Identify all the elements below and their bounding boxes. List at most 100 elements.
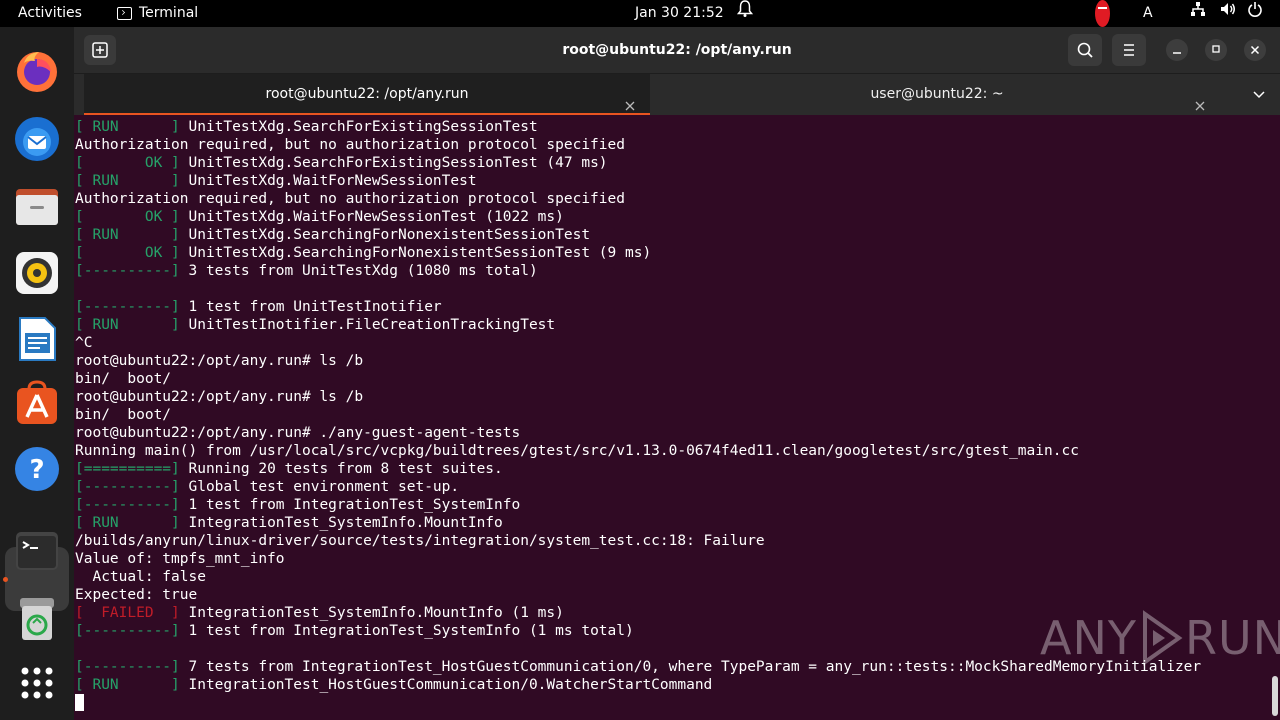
terminal-line: [ RUN ] IntegrationTest_SystemInfo.Mount…	[75, 514, 1201, 532]
test-status-prefix: [ OK ]	[75, 245, 180, 261]
line-text: Actual: false	[75, 569, 206, 585]
scrollbar[interactable]	[1272, 676, 1278, 716]
app-name: Terminal	[139, 5, 199, 21]
svg-text:?: ?	[29, 455, 44, 485]
tab-user[interactable]: user@ubuntu22: ~	[654, 74, 1220, 116]
app-menu[interactable]: Terminal	[117, 0, 198, 27]
terminal-line: Running main() from /usr/local/src/vcpkg…	[75, 442, 1201, 460]
play-logo-icon	[1142, 610, 1183, 666]
test-status-prefix: [ RUN ]	[75, 227, 180, 243]
test-status-prefix: [----------]	[75, 299, 180, 315]
stop-icon[interactable]	[1095, 0, 1110, 27]
line-text: 1 test from IntegrationTest_SystemInfo	[179, 497, 521, 513]
terminal-lines: [ RUN ] UnitTestXdg.SearchForExistingSes…	[75, 118, 1201, 712]
test-status-prefix: [ RUN ]	[75, 677, 180, 693]
line-text: UnitTestXdg.SearchingForNonexistentSessi…	[179, 227, 591, 243]
volume-icon[interactable]	[1220, 0, 1236, 27]
terminal-line: [----------] 1 test from UnitTestInotifi…	[75, 298, 1201, 316]
rhythmbox-icon[interactable]	[13, 249, 61, 297]
terminal-line: Authorization required, but no authoriza…	[75, 136, 1201, 154]
line-text: IntegrationTest_SystemInfo.MountInfo	[179, 515, 503, 531]
tab-label: user@ubuntu22: ~	[870, 86, 1004, 102]
line-text: Expected: true	[75, 587, 198, 603]
thunderbird-icon[interactable]	[13, 115, 61, 163]
terminal-line: [ RUN ] IntegrationTest_HostGuestCommuni…	[75, 676, 1201, 694]
line-text: UnitTestXdg.WaitForNewSessionTest	[179, 173, 477, 189]
terminal-line: bin/ boot/	[75, 370, 1201, 388]
line-text: 1 test from IntegrationTest_SystemInfo (…	[179, 623, 634, 639]
new-tab-button[interactable]	[84, 35, 116, 65]
watermark-left: ANY	[1040, 611, 1137, 665]
prompt-line[interactable]	[75, 694, 1201, 712]
anyrun-watermark: ANY RUN	[1040, 608, 1280, 668]
test-status-prefix: [ OK ]	[75, 209, 180, 225]
help-icon[interactable]: ?	[13, 445, 61, 493]
clock[interactable]: Jan 30 21:52	[635, 0, 724, 27]
show-apps-icon[interactable]	[13, 659, 61, 707]
search-button[interactable]	[1068, 34, 1102, 66]
tab-bar: root@ubuntu22: /opt/any.run user@ubuntu2…	[74, 73, 1280, 116]
app-center-icon[interactable]	[13, 379, 61, 427]
terminal-line: [ RUN ] UnitTestXdg.SearchingForNonexist…	[75, 226, 1201, 244]
line-text: ^C	[75, 335, 93, 351]
close-tab-icon[interactable]	[1194, 88, 1206, 111]
libreoffice-writer-icon[interactable]	[13, 315, 61, 363]
test-status-prefix: [ OK ]	[75, 155, 180, 171]
terminal-line: [ RUN ] UnitTestInotifier.FileCreationTr…	[75, 316, 1201, 334]
line-text: UnitTestXdg.SearchForExistingSessionTest	[179, 119, 538, 135]
terminal-line: root@ubuntu22:/opt/any.run# ls /b	[75, 352, 1201, 370]
line-text: IntegrationTest_HostGuestCommunication/0…	[179, 677, 713, 693]
terminal-line: [----------] Global test environment set…	[75, 478, 1201, 496]
tab-label: root@ubuntu22: /opt/any.run	[265, 86, 469, 102]
tab-root[interactable]: root@ubuntu22: /opt/any.run	[84, 74, 650, 116]
line-text: Authorization required, but no authoriza…	[75, 191, 625, 207]
terminal-line: Expected: true	[75, 586, 1201, 604]
test-status-prefix: [==========]	[75, 461, 180, 477]
line-text: bin/ boot/	[75, 371, 172, 387]
line-text: UnitTestXdg.SearchingForNonexistentSessi…	[179, 245, 652, 261]
line-text: Value of: tmpfs_mnt_info	[75, 551, 285, 567]
power-icon[interactable]	[1247, 0, 1263, 27]
dock: ?	[0, 27, 74, 720]
test-status-prefix: [ RUN ]	[75, 515, 180, 531]
line-text: Running main() from /usr/local/src/vcpkg…	[75, 443, 1079, 459]
test-status-prefix: [----------]	[75, 263, 180, 279]
terminal-line: [ OK ] UnitTestXdg.SearchForExistingSess…	[75, 154, 1201, 172]
terminal-line: [ RUN ] UnitTestXdg.WaitForNewSessionTes…	[75, 172, 1201, 190]
terminal-line: [----------] 1 test from IntegrationTest…	[75, 496, 1201, 514]
test-status-prefix: [ RUN ]	[75, 119, 180, 135]
close-tab-icon[interactable]	[624, 88, 636, 111]
files-icon[interactable]	[13, 183, 61, 231]
maximize-button[interactable]	[1205, 39, 1227, 61]
window-headerbar: root@ubuntu22: /opt/any.run	[74, 27, 1280, 73]
line-text: Global test environment set-up.	[179, 479, 460, 495]
test-status-prefix: [ RUN ]	[75, 317, 180, 333]
keyboard-indicator[interactable]: A	[1143, 0, 1153, 27]
terminal-line: [----------] 3 tests from UnitTestXdg (1…	[75, 262, 1201, 280]
minimize-button[interactable]	[1166, 39, 1188, 61]
test-status-prefix: [----------]	[75, 497, 180, 513]
activities-button[interactable]: Activities	[18, 0, 82, 27]
firefox-icon[interactable]	[13, 47, 61, 95]
running-indicator	[3, 577, 8, 582]
line-text: UnitTestInotifier.FileCreationTrackingTe…	[179, 317, 556, 333]
line-text: UnitTestXdg.SearchForExistingSessionTest…	[179, 155, 608, 171]
test-status-prefix: [ RUN ]	[75, 173, 180, 189]
close-window-button[interactable]	[1244, 39, 1266, 61]
terminal-line: ^C	[75, 334, 1201, 352]
network-icon[interactable]	[1190, 0, 1206, 27]
hamburger-menu-button[interactable]	[1112, 34, 1146, 66]
terminal-icon[interactable]	[13, 527, 61, 575]
terminal-line: /builds/anyrun/linux-driver/source/tests…	[75, 532, 1201, 550]
line-text: root@ubuntu22:/opt/any.run# ./any-guest-…	[75, 425, 521, 441]
text-cursor	[75, 694, 84, 711]
line-text: Running 20 tests from 8 test suites.	[179, 461, 503, 477]
bell-icon[interactable]	[736, 0, 754, 27]
test-status-prefix: [----------]	[75, 659, 180, 675]
trash-icon[interactable]	[13, 594, 61, 642]
chevron-down-icon[interactable]	[1250, 86, 1268, 104]
watermark-right: RUN	[1184, 611, 1280, 665]
line-text: root@ubuntu22:/opt/any.run# ls /b	[75, 353, 364, 369]
